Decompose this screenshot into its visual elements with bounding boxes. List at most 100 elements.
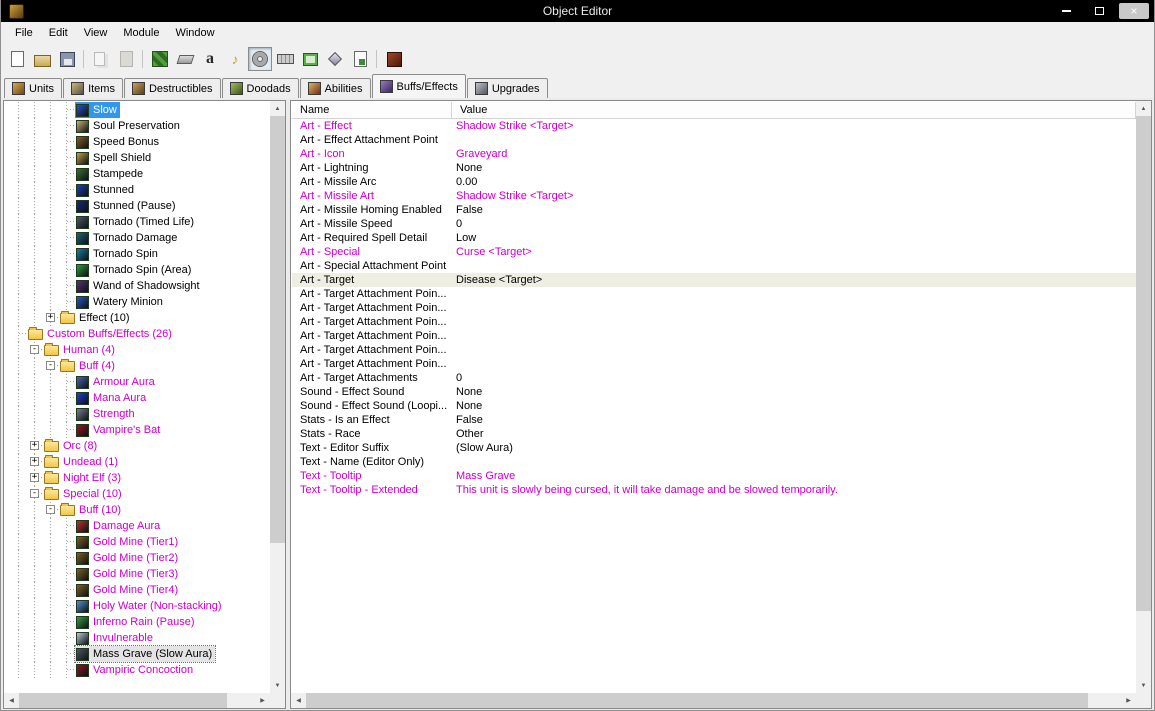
tree-row[interactable]: Wand of Shadowsight xyxy=(5,278,270,294)
tree-node[interactable]: Mass Grave (Slow Aura) xyxy=(73,645,217,663)
scroll-up-button[interactable]: ▲ xyxy=(1136,101,1151,116)
tree-row[interactable]: Vampire's Bat xyxy=(5,422,270,438)
object-editor-button[interactable] xyxy=(248,47,272,71)
field-row[interactable]: Art - Target Attachment Poin... xyxy=(292,329,1136,343)
field-row[interactable]: Art - Required Spell Detail Low xyxy=(292,231,1136,245)
tab-abilities[interactable]: Abilities xyxy=(299,78,371,98)
tree-node[interactable]: Buff (10) xyxy=(59,502,124,518)
scroll-down-button[interactable]: ▼ xyxy=(1136,678,1151,693)
tree-row[interactable]: Tornado (Timed Life) xyxy=(5,214,270,230)
scrollbar-track[interactable] xyxy=(1136,116,1151,678)
tree-row[interactable]: Spell Shield xyxy=(5,150,270,166)
tree-row[interactable]: - Buff (10) xyxy=(5,502,270,518)
tree-row[interactable]: + Effect (10) xyxy=(5,310,270,326)
tree-node[interactable]: Tornado Spin xyxy=(75,246,161,262)
tree-row[interactable]: - Human (4) xyxy=(5,342,270,358)
scrollbar-thumb[interactable] xyxy=(1136,116,1151,611)
field-row[interactable]: Art - Icon Graveyard xyxy=(292,147,1136,161)
tab-upgrades[interactable]: Upgrades xyxy=(466,78,548,98)
scrollbar-thumb[interactable] xyxy=(19,693,227,708)
tree-row[interactable]: Mass Grave (Slow Aura) xyxy=(5,645,270,663)
tree-node[interactable]: Invulnerable xyxy=(75,630,156,646)
field-row[interactable]: Stats - Race Other xyxy=(292,427,1136,441)
tree-node[interactable]: Human (4) xyxy=(43,342,118,358)
field-row[interactable]: Art - Target Attachment Poin... xyxy=(292,301,1136,315)
tab-buffs-effects[interactable]: Buffs/Effects xyxy=(371,74,466,98)
object-manager-button[interactable] xyxy=(323,47,347,71)
field-row[interactable]: Art - Special Curse <Target> xyxy=(292,245,1136,259)
maximize-button[interactable] xyxy=(1086,3,1112,19)
tree-expand-box[interactable]: + xyxy=(30,457,39,466)
field-row[interactable]: Art - Missile Speed 0 xyxy=(292,217,1136,231)
tree-node[interactable]: Wand of Shadowsight xyxy=(75,278,203,294)
scrollbar-track[interactable] xyxy=(306,693,1121,708)
import-manager-button[interactable] xyxy=(348,47,372,71)
save-map-button[interactable] xyxy=(55,47,79,71)
close-button[interactable]: × xyxy=(1119,3,1149,19)
menu-module[interactable]: Module xyxy=(115,24,167,42)
tree-row[interactable]: Damage Aura xyxy=(5,518,270,534)
tree-node[interactable]: Vampire's Bat xyxy=(75,422,163,438)
terrain-editor-button[interactable] xyxy=(148,47,172,71)
tab-units[interactable]: Units xyxy=(4,78,63,98)
tree-node[interactable]: Stunned (Pause) xyxy=(75,198,179,214)
tree-row[interactable]: Gold Mine (Tier4) xyxy=(5,582,270,598)
tree-row[interactable]: Gold Mine (Tier2) xyxy=(5,550,270,566)
minimize-button[interactable] xyxy=(1053,3,1079,19)
tree-node[interactable]: Damage Aura xyxy=(75,518,163,534)
tree-row[interactable]: Armour Aura xyxy=(5,374,270,390)
tree-node[interactable]: Soul Preservation xyxy=(75,118,183,134)
tab-items[interactable]: Items xyxy=(63,78,123,98)
tab-doodads[interactable]: Doodads xyxy=(221,78,299,98)
tree-node[interactable]: Vampiric Concoction xyxy=(75,662,196,678)
tree-collapse-box[interactable]: - xyxy=(46,505,55,514)
value-column-header[interactable]: Value xyxy=(452,102,1136,118)
tree-row[interactable]: Tornado Spin (Area) xyxy=(5,262,270,278)
tree-node[interactable]: Stampede xyxy=(75,166,146,182)
field-row[interactable]: Text - Name (Editor Only) xyxy=(292,455,1136,469)
tree-node[interactable]: Gold Mine (Tier4) xyxy=(75,582,181,598)
scroll-left-button[interactable]: ◀ xyxy=(4,693,19,708)
field-row[interactable]: Art - Target Attachment Poin... xyxy=(292,315,1136,329)
tree-row[interactable]: Watery Minion xyxy=(5,294,270,310)
tree-node[interactable]: Orc (8) xyxy=(43,438,100,454)
sound-editor-button[interactable]: ♪ xyxy=(223,47,247,71)
tree-node[interactable]: Special (10) xyxy=(43,486,125,502)
field-row[interactable]: Text - Tooltip - Extended This unit is sl… xyxy=(292,483,1136,497)
menu-view[interactable]: View xyxy=(76,24,116,42)
tree-node[interactable]: Armour Aura xyxy=(75,374,158,390)
tree-node[interactable]: Mana Aura xyxy=(75,390,149,406)
menu-window[interactable]: Window xyxy=(167,24,222,42)
scrollbar-track[interactable] xyxy=(270,116,285,678)
scroll-right-button[interactable]: ▶ xyxy=(255,693,270,708)
tree-vertical-scrollbar[interactable]: ▲ ▼ xyxy=(270,101,285,693)
tree-node[interactable]: Night Elf (3) xyxy=(43,470,124,486)
trigger-editor-button[interactable]: a xyxy=(198,47,222,71)
scroll-right-button[interactable]: ▶ xyxy=(1121,693,1136,708)
tree-node[interactable]: Speed Bonus xyxy=(75,134,162,150)
scroll-up-button[interactable]: ▲ xyxy=(270,101,285,116)
scroll-down-button[interactable]: ▼ xyxy=(270,678,285,693)
tab-destructibles[interactable]: Destructibles xyxy=(123,78,221,98)
tree-row[interactable]: Vampiric Concoction xyxy=(5,662,270,678)
tree-row[interactable]: Tornado Spin xyxy=(5,246,270,262)
tree-node[interactable]: Gold Mine (Tier2) xyxy=(75,550,181,566)
name-column-header[interactable]: Name xyxy=(292,102,452,118)
field-row[interactable]: Sound - Effect Sound None xyxy=(292,385,1136,399)
tree-node[interactable]: Gold Mine (Tier3) xyxy=(75,566,181,582)
scrollbar-thumb[interactable] xyxy=(306,693,1089,708)
field-row[interactable]: Art - Missile Homing Enabled False xyxy=(292,203,1136,217)
tree-horizontal-scrollbar[interactable]: ◀ ▶ xyxy=(4,693,270,708)
tree-row[interactable]: Slow xyxy=(5,102,270,118)
open-map-button[interactable] xyxy=(30,47,54,71)
field-row[interactable]: Text - Tooltip Mass Grave xyxy=(292,469,1136,483)
tree-node[interactable]: Stunned xyxy=(75,182,137,198)
tree-expand-box[interactable]: + xyxy=(30,441,39,450)
tree-collapse-box[interactable]: - xyxy=(30,489,39,498)
tree-node[interactable]: Effect (10) xyxy=(59,310,133,326)
tree-node[interactable]: Tornado Spin (Area) xyxy=(75,262,194,278)
tree-node[interactable]: Watery Minion xyxy=(75,294,166,310)
tree-node[interactable]: Inferno Rain (Pause) xyxy=(75,614,198,630)
tree-row[interactable]: Custom Buffs/Effects (26) xyxy=(5,326,270,342)
tree-row[interactable]: Gold Mine (Tier1) xyxy=(5,534,270,550)
